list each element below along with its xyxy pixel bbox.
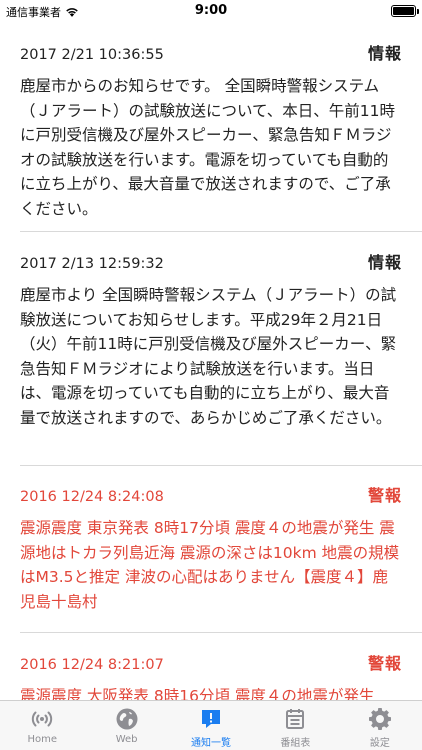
notification-item[interactable]: 2017 2/21 10:36:55 情報 鹿屋市からのお知らせです。 全国瞬時… (0, 40, 422, 221)
notification-body: 鹿屋市からのお知らせです。 全国瞬時警報システム（Ｊアラート）の試験放送について… (20, 77, 395, 218)
tab-label: 通知一覧 (191, 738, 232, 749)
notification-item[interactable]: 2016 12/24 8:21:07 警報 震源震度 大阪発表 8時16分頃 震… (0, 650, 422, 700)
notification-date: 2017 2/13 12:59:32 (20, 256, 164, 272)
tab-settings[interactable]: 設定 (338, 701, 422, 750)
notification-date: 2016 12/24 8:24:08 (20, 489, 164, 505)
status-bar: 通信事業者 9:00 (0, 0, 422, 24)
tab-bar: Home Web 通知一覧 番組表 設定 (0, 700, 422, 750)
notification-date: 2017 2/21 10:36:55 (20, 47, 164, 63)
divider (20, 465, 422, 466)
tab-label: Web (115, 734, 138, 745)
broadcast-icon (32, 711, 53, 727)
notification-type: 情報 (367, 253, 402, 272)
divider (20, 632, 422, 633)
notification-header: 2017 2/21 10:36:55 情報 (20, 40, 402, 68)
schedule-icon (286, 709, 305, 729)
tab-label: 番組表 (280, 738, 311, 749)
globe-icon (116, 708, 138, 730)
notification-type: 警報 (367, 654, 402, 673)
tab-web[interactable]: Web (84, 701, 168, 750)
notification-date: 2016 12/24 8:21:07 (20, 657, 164, 673)
notification-type: 情報 (367, 44, 402, 63)
clock: 9:00 (194, 3, 228, 18)
notification-item[interactable]: 2016 12/24 8:24:08 警報 震源震度 東京発表 8時17分頃 震… (0, 482, 422, 614)
notification-item[interactable]: 2017 2/13 12:59:32 情報 鹿屋市より 全国瞬時警報システム（Ｊ… (0, 249, 422, 430)
divider (20, 231, 422, 232)
battery-icon (391, 5, 419, 17)
tab-schedule[interactable]: 番組表 (253, 701, 337, 750)
notification-body: 震源震度 大阪発表 8時16分頃 震度４の地震が発生 (20, 687, 375, 700)
alert-bubble-icon (202, 710, 221, 728)
notification-type: 警報 (367, 486, 402, 505)
tab-label: Home (27, 734, 57, 745)
notification-header: 2016 12/24 8:21:07 警報 (20, 650, 402, 678)
tab-home[interactable]: Home (0, 701, 84, 750)
notification-header: 2017 2/13 12:59:32 情報 (20, 249, 402, 277)
notification-body: 震源震度 東京発表 8時17分頃 震度４の地震が発生 震源地はトカラ列島近海 震… (20, 519, 400, 611)
notification-list[interactable]: 2017 2/21 10:36:55 情報 鹿屋市からのお知らせです。 全国瞬時… (0, 24, 422, 700)
notification-header: 2016 12/24 8:24:08 警報 (20, 482, 402, 510)
status-right (391, 5, 419, 17)
tab-notifications[interactable]: 通知一覧 (169, 701, 253, 750)
gear-icon (368, 708, 391, 730)
tab-label: 設定 (369, 738, 390, 749)
battery-fill (393, 7, 414, 15)
notification-body: 鹿屋市より 全国瞬時警報システム（Ｊアラート）の試験放送についてお知らせします。… (20, 286, 397, 427)
